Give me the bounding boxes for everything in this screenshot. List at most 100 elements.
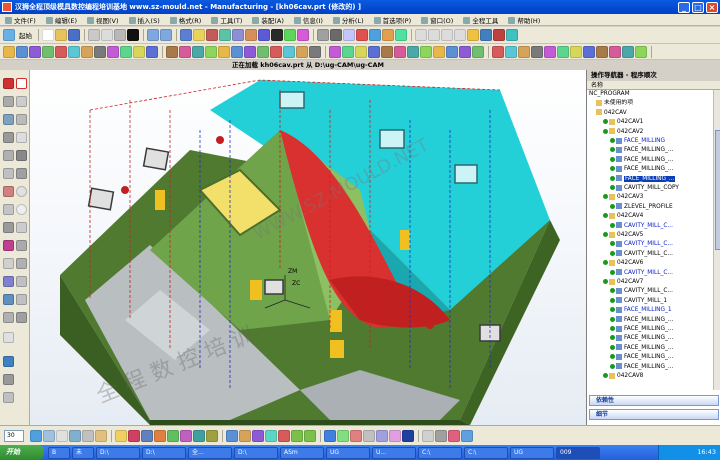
manufacturing-tool-icon[interactable] [296, 45, 308, 58]
view-icon[interactable] [30, 429, 42, 442]
zoom-icon[interactable] [428, 29, 440, 41]
palette-icon[interactable] [219, 29, 231, 41]
tree-row[interactable]: CAVITY_MILL_C... [587, 269, 713, 278]
taskbar-button[interactable]: UG [326, 446, 370, 459]
method-view-icon[interactable] [297, 29, 309, 41]
redo-icon[interactable] [160, 29, 172, 41]
dependencies-panel[interactable]: 依赖性 [589, 395, 719, 406]
postprocess-icon[interactable] [395, 29, 407, 41]
menu-item[interactable]: 工具(T) [206, 15, 247, 25]
manufacturing-tool-icon[interactable] [94, 45, 106, 58]
manufacturing-tool-icon[interactable] [283, 45, 295, 58]
tree-row[interactable]: CAVITY_MILL_C... [587, 222, 713, 231]
graph-icon[interactable] [461, 429, 473, 442]
menu-item[interactable]: 文件(F) [0, 15, 41, 25]
cut-icon[interactable] [88, 29, 100, 41]
undo-icon[interactable] [147, 29, 159, 41]
analysis-icon[interactable] [226, 429, 238, 442]
manufacturing-tool-icon[interactable] [3, 45, 15, 58]
shaded-icon[interactable] [330, 29, 342, 41]
taskbar-button[interactable]: C:\ [464, 446, 508, 459]
tree-row[interactable]: NC_PROGRAM [587, 90, 713, 99]
manufacturing-tool-icon[interactable] [492, 45, 504, 58]
manufacturing-tool-icon[interactable] [368, 45, 380, 58]
tree-row[interactable]: 未使用的项 [587, 99, 713, 108]
tree-row[interactable]: 042CAV3 [587, 193, 713, 202]
manufacturing-tool-icon[interactable] [166, 45, 178, 58]
manufacturing-tool-icon[interactable] [407, 45, 419, 58]
display-icon[interactable] [402, 429, 414, 442]
taskbar-button[interactable]: D:\ [96, 446, 140, 459]
resource-icon[interactable] [3, 222, 14, 233]
tree-row[interactable]: FACE_MILLING_... [587, 363, 713, 372]
resource-icon[interactable] [3, 258, 14, 269]
red-tool-icon[interactable] [493, 29, 505, 41]
manufacturing-tool-icon[interactable] [107, 45, 119, 58]
machine-view-icon[interactable] [271, 29, 283, 41]
display-icon[interactable] [324, 429, 336, 442]
resource-icon[interactable] [3, 96, 14, 107]
tree-row[interactable]: 042CAV4 [587, 212, 713, 221]
manufacturing-tool-icon[interactable] [309, 45, 321, 58]
taskbar-button[interactable]: UG [510, 446, 554, 459]
manufacturing-tool-icon[interactable] [583, 45, 595, 58]
rotate-icon[interactable] [441, 29, 453, 41]
scrollbar-thumb[interactable] [715, 130, 720, 250]
delete-icon[interactable] [127, 29, 139, 41]
manufacturing-tool-icon[interactable] [257, 45, 269, 58]
fit-icon[interactable] [415, 29, 427, 41]
snap-icon[interactable] [206, 429, 218, 442]
resource-icon[interactable] [3, 312, 14, 323]
manufacturing-tool-icon[interactable] [231, 45, 243, 58]
minimize-button[interactable]: _ [678, 1, 690, 13]
pan-icon[interactable] [454, 29, 466, 41]
menu-item[interactable]: 分析(L) [328, 15, 369, 25]
tree-row[interactable]: 042CAV8 [587, 372, 713, 381]
resource-icon[interactable] [3, 332, 14, 343]
analysis-icon[interactable] [265, 429, 277, 442]
tree-row[interactable]: CAVITY_MILL_COPY [587, 184, 713, 193]
manufacturing-tool-icon[interactable] [544, 45, 556, 58]
circle-icon[interactable] [16, 204, 27, 215]
resource-icon[interactable] [3, 168, 14, 179]
resource-icon[interactable] [3, 186, 14, 197]
manufacturing-tool-icon[interactable] [329, 45, 341, 58]
open-folder-icon[interactable] [55, 29, 67, 41]
manufacturing-tool-icon[interactable] [381, 45, 393, 58]
menu-item[interactable]: 格式(R) [165, 15, 207, 25]
wireframe-icon[interactable] [343, 29, 355, 41]
menu-item[interactable]: 窗口(O) [416, 15, 458, 25]
taskbar-button[interactable]: 009 [556, 446, 600, 459]
snap-icon[interactable] [115, 429, 127, 442]
manufacturing-tool-icon[interactable] [446, 45, 458, 58]
tree-row[interactable]: 042CAV5 [587, 231, 713, 240]
view-icon[interactable] [69, 429, 81, 442]
resource-icon[interactable] [16, 276, 27, 287]
menu-item[interactable]: 首选项(P) [369, 15, 417, 25]
manufacturing-tool-icon[interactable] [342, 45, 354, 58]
manufacturing-tool-icon[interactable] [505, 45, 517, 58]
verify-icon[interactable] [382, 29, 394, 41]
manufacturing-tool-icon[interactable] [622, 45, 634, 58]
manufacturing-tool-icon[interactable] [433, 45, 445, 58]
arrow-left-icon[interactable] [291, 429, 303, 442]
analysis-icon[interactable] [239, 429, 251, 442]
taskbar-button[interactable]: D:\ [142, 446, 186, 459]
manufacturing-tool-icon[interactable] [133, 45, 145, 58]
snap-icon[interactable] [128, 429, 140, 442]
manufacturing-tool-icon[interactable] [42, 45, 54, 58]
taskbar-button[interactable]: B [48, 446, 70, 459]
lightbulb-icon[interactable] [193, 29, 205, 41]
column-header-name[interactable]: 名称 [587, 81, 720, 90]
resource-icon[interactable] [3, 374, 14, 385]
tree-row[interactable]: CAVITY_MILL_C... [587, 240, 713, 249]
taskbar-button[interactable]: U... [372, 446, 416, 459]
manufacturing-tool-icon[interactable] [355, 45, 367, 58]
resource-icon[interactable] [3, 150, 14, 161]
taskbar-button[interactable]: 未 [72, 446, 94, 459]
menu-item[interactable]: 插入(S) [124, 15, 165, 25]
tree-row[interactable]: FACE_MILLING_... [587, 156, 713, 165]
snap-icon[interactable] [167, 429, 179, 442]
resource-icon[interactable] [3, 356, 14, 367]
manufacturing-tool-icon[interactable] [635, 45, 647, 58]
